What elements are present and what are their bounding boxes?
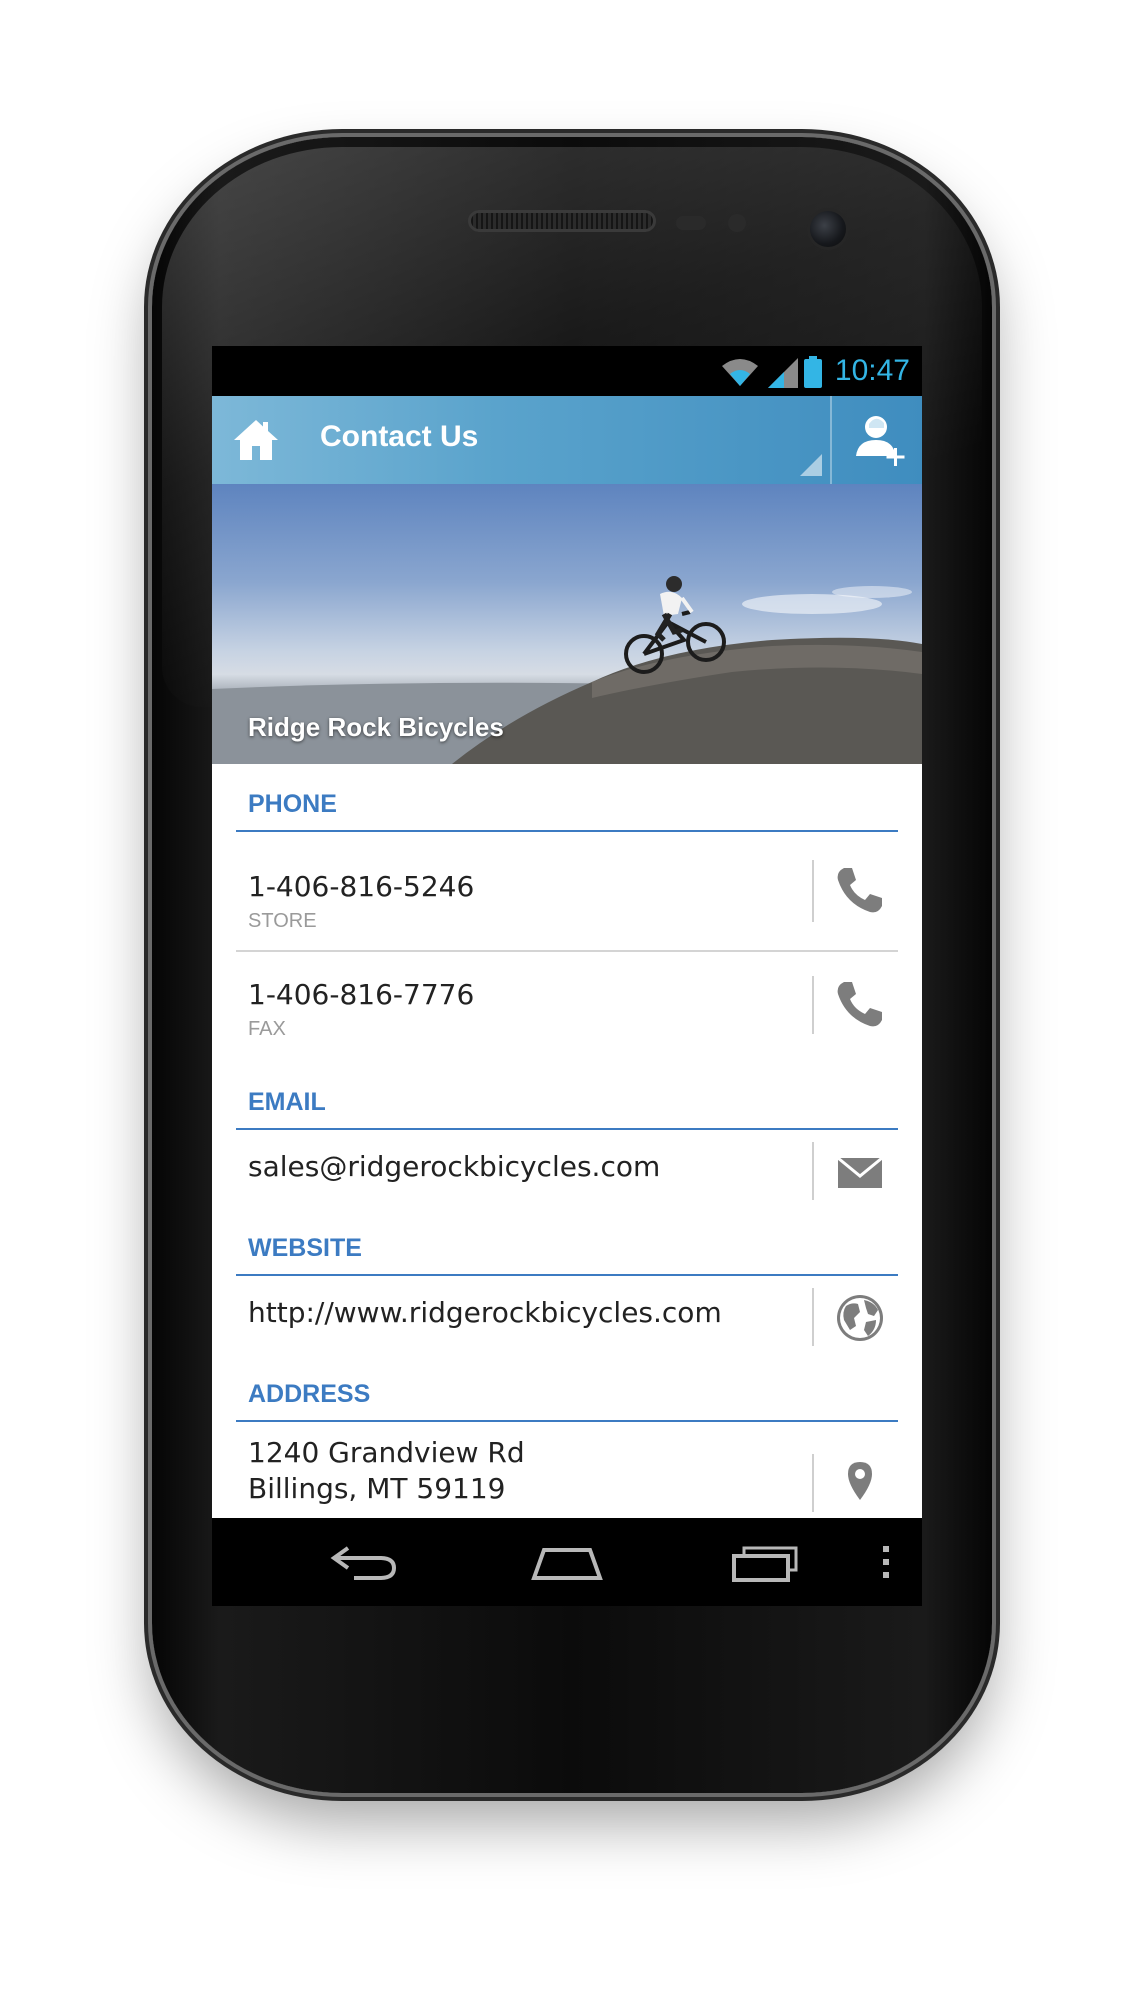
wifi-icon xyxy=(722,359,758,386)
page-title[interactable]: Contact Us xyxy=(320,420,478,454)
phone-number[interactable]: 1-406-816-5246 xyxy=(248,870,474,903)
action-bar-divider xyxy=(830,396,832,484)
row-separator xyxy=(812,1142,814,1200)
website-heading: WEBSITE xyxy=(248,1234,362,1262)
email-heading: EMAIL xyxy=(248,1088,326,1116)
website-button[interactable] xyxy=(832,1290,888,1346)
mail-icon xyxy=(837,1156,883,1188)
status-clock: 10:47 xyxy=(834,354,910,387)
back-button[interactable] xyxy=(328,1540,398,1584)
hero-caption: Ridge Rock Bicycles xyxy=(248,712,504,742)
row-separator xyxy=(812,976,814,1034)
home-nav-button[interactable] xyxy=(530,1540,604,1584)
back-icon xyxy=(330,1546,397,1580)
address-line-1[interactable]: 1240 Grandview Rd xyxy=(248,1436,525,1469)
phone-label: FAX xyxy=(248,1018,286,1040)
row-separator xyxy=(812,860,814,922)
website-url[interactable]: http://www.ridgerockbicycles.com xyxy=(248,1296,722,1329)
website-row[interactable]: http://www.ridgerockbicycles.com xyxy=(236,1276,898,1356)
contact-details: PHONE 1-406-816-5246 STORE 1-406-816-777… xyxy=(212,764,922,1518)
email-row[interactable]: sales@ridgerockbicycles.com xyxy=(236,1130,898,1210)
signal-icon xyxy=(768,358,798,388)
phone-label: STORE xyxy=(248,910,317,932)
battery-icon xyxy=(804,356,822,388)
overflow-menu-button[interactable] xyxy=(876,1540,896,1584)
map-pin-icon xyxy=(848,1462,872,1500)
add-contact-button[interactable] xyxy=(850,410,910,470)
call-button[interactable] xyxy=(832,976,888,1032)
phone-section-header: PHONE xyxy=(236,784,898,832)
email-address[interactable]: sales@ridgerockbicycles.com xyxy=(248,1150,660,1183)
earpiece-speaker xyxy=(468,210,656,232)
email-section-header: EMAIL xyxy=(236,1082,898,1130)
phone-icon xyxy=(837,868,882,913)
home-nav-icon xyxy=(531,1548,603,1580)
call-button[interactable] xyxy=(832,862,888,918)
website-section-header: WEBSITE xyxy=(236,1228,898,1276)
action-bar: Contact Us xyxy=(212,396,922,484)
status-bar: 10:47 xyxy=(212,346,922,396)
overflow-menu-icon xyxy=(883,1546,889,1578)
address-section-header: ADDRESS xyxy=(236,1374,898,1422)
recents-button[interactable] xyxy=(730,1540,802,1584)
proximity-sensor xyxy=(676,216,706,230)
front-camera xyxy=(810,211,846,247)
phone-row-fax[interactable]: 1-406-816-7776 FAX xyxy=(236,952,898,1062)
globe-icon xyxy=(837,1295,883,1341)
phone-row-store[interactable]: 1-406-816-5246 STORE xyxy=(236,832,898,952)
recents-icon xyxy=(732,1546,798,1582)
address-row[interactable]: 1240 Grandview Rd Billings, MT 59119 xyxy=(236,1422,898,1518)
status-icons xyxy=(720,356,822,388)
spinner-indicator xyxy=(800,454,822,476)
map-button[interactable] xyxy=(832,1456,888,1512)
row-separator xyxy=(812,1288,814,1346)
row-separator xyxy=(812,1454,814,1512)
add-contact-icon xyxy=(856,416,905,466)
home-icon xyxy=(234,420,278,460)
address-heading: ADDRESS xyxy=(248,1380,371,1408)
home-button[interactable] xyxy=(232,416,280,464)
email-button[interactable] xyxy=(832,1144,888,1200)
address-line-2[interactable]: Billings, MT 59119 xyxy=(248,1472,505,1505)
hero-image: Ridge Rock Bicycles xyxy=(212,484,922,764)
phone-heading: PHONE xyxy=(248,790,337,818)
light-sensor xyxy=(728,214,746,232)
navigation-bar xyxy=(212,1518,922,1606)
stage: 10:47 Contact Us Ridge Rock Bicycles PHO… xyxy=(0,0,1148,1994)
phone-number[interactable]: 1-406-816-7776 xyxy=(248,978,474,1011)
screen: 10:47 Contact Us Ridge Rock Bicycles PHO… xyxy=(212,346,922,1606)
phone-icon xyxy=(837,982,882,1027)
